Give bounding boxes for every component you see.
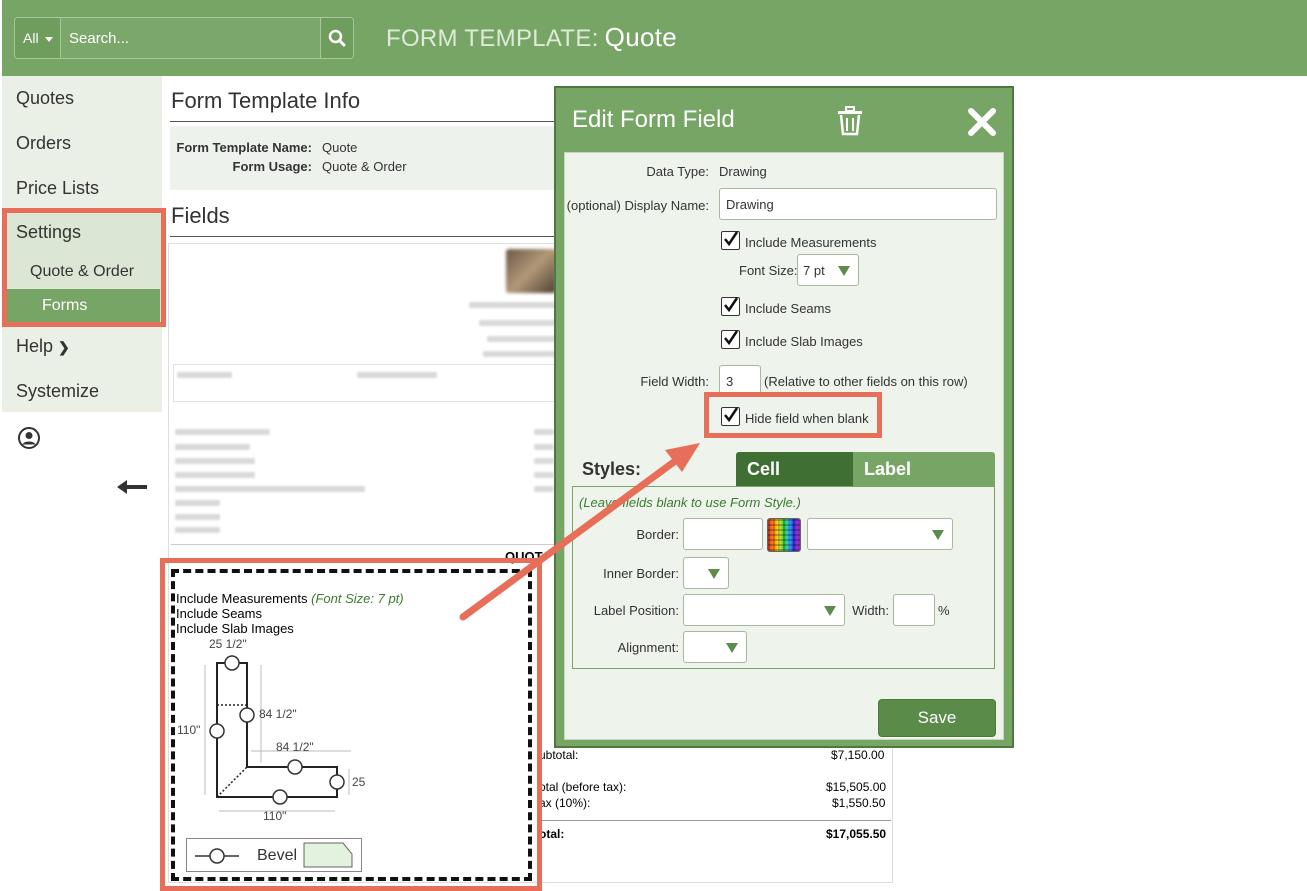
display-name-label: (optional) Display Name: xyxy=(566,198,709,213)
search-bar: All xyxy=(14,17,354,59)
dropdown-arrow-icon xyxy=(932,530,944,540)
save-button[interactable]: Save xyxy=(878,699,996,737)
include-measurements-checkbox[interactable] xyxy=(721,231,740,250)
include-slab-images-label: Include Slab Images xyxy=(745,334,863,349)
form-usage-label: Form Usage: xyxy=(232,159,312,174)
search-input[interactable] xyxy=(61,18,321,58)
tax-value: $1,550.50 xyxy=(832,796,886,810)
help-label: Help xyxy=(16,336,54,356)
dropdown-arrow-icon xyxy=(708,569,720,579)
search-scope-dropdown[interactable]: All xyxy=(15,18,61,58)
page-title-prefix: FORM TEMPLATE: xyxy=(386,25,599,52)
checkmark-icon xyxy=(724,330,739,346)
company-logo xyxy=(506,249,556,293)
total-before-tax-label: otal (before tax): xyxy=(539,780,627,794)
chevron-right-icon: ❯ xyxy=(58,339,70,355)
label-position-select[interactable] xyxy=(683,594,845,626)
include-measurements-label: Include Measurements xyxy=(745,235,877,250)
alignment-label: Alignment: xyxy=(617,640,679,655)
styles-hint: (Leave fields blank to use Form Style.) xyxy=(579,495,801,510)
font-size-label: Font Size: xyxy=(739,263,798,278)
form-usage-value: Quote & Order xyxy=(322,159,407,174)
label-width-input[interactable] xyxy=(893,594,935,626)
label-position-label: Label Position: xyxy=(593,603,679,618)
include-seams-checkbox[interactable] xyxy=(721,297,740,316)
sidebar-item-quotes[interactable]: Quotes xyxy=(16,88,74,109)
display-name-input[interactable]: Drawing xyxy=(719,188,997,220)
template-name-value: Quote xyxy=(322,140,358,155)
inner-border-label: Inner Border: xyxy=(603,566,679,581)
drawing-highlight-box xyxy=(160,558,542,891)
field-width-note: (Relative to other fields on this row) xyxy=(764,374,968,389)
include-seams-label: Include Seams xyxy=(745,301,831,316)
inner-border-select[interactable] xyxy=(683,557,729,589)
dropdown-arrow-icon xyxy=(824,606,836,616)
template-name-label: Form Template Name: xyxy=(176,140,312,155)
width-label: Width: xyxy=(852,603,889,618)
subtotal-value: $7,150.00 xyxy=(831,748,885,762)
include-slab-images-checkbox[interactable] xyxy=(721,330,740,349)
styles-label: Styles: xyxy=(582,459,642,479)
tax-label: ax (10%): xyxy=(539,796,591,810)
checkmark-icon xyxy=(724,231,739,247)
data-type-label: Data Type: xyxy=(646,164,709,179)
top-bar: All FORM TEMPLATE:Quote xyxy=(2,0,1307,76)
dialog-title: Edit Form Field xyxy=(572,106,735,133)
total-before-tax-value: $15,505.00 xyxy=(826,780,887,794)
divider xyxy=(170,236,560,237)
hide-when-blank-highlight-box xyxy=(704,392,882,438)
page-title-name: Quote xyxy=(604,22,677,52)
divider xyxy=(539,820,891,821)
checkmark-icon xyxy=(724,297,739,313)
subtotal-label: ubtotal: xyxy=(539,748,579,762)
percent-sign: % xyxy=(938,603,950,618)
tab-label[interactable]: Label xyxy=(853,452,995,486)
alignment-select[interactable] xyxy=(683,631,747,663)
collapse-arrow-icon[interactable] xyxy=(117,478,149,496)
divider xyxy=(170,121,560,122)
field-width-label: Field Width: xyxy=(640,374,709,389)
fields-title: Fields xyxy=(171,203,230,228)
page-title: FORM TEMPLATE: Quote xyxy=(386,22,677,53)
border-input[interactable] xyxy=(683,518,763,550)
form-template-info-title: Form Template Info xyxy=(171,88,361,113)
total-label: otal: xyxy=(539,827,565,841)
search-button[interactable] xyxy=(320,18,353,58)
sidebar-item-orders[interactable]: Orders xyxy=(16,133,71,154)
border-label: Border: xyxy=(636,527,679,542)
dropdown-arrow-icon xyxy=(726,643,738,653)
sidebar-item-price-lists[interactable]: Price Lists xyxy=(16,178,99,199)
search-scope-label: All xyxy=(23,30,39,46)
font-size-select[interactable]: 7 pt xyxy=(797,254,859,286)
dropdown-arrow-icon xyxy=(838,266,850,276)
sidebar-item-help[interactable]: Help ❯ xyxy=(16,336,70,357)
data-type-value: Drawing xyxy=(719,164,767,179)
border-style-select[interactable] xyxy=(807,518,953,550)
trash-icon[interactable] xyxy=(836,106,864,136)
color-picker-icon[interactable] xyxy=(767,518,801,552)
styles-panel: (Leave fields blank to use Form Style.) … xyxy=(572,486,995,669)
close-icon[interactable] xyxy=(968,108,996,136)
tab-cell[interactable]: Cell xyxy=(736,452,853,486)
form-template-info-panel: Form Template Name: Quote Form Usage: Qu… xyxy=(170,126,560,190)
font-size-value: 7 pt xyxy=(803,262,825,278)
settings-highlight-box xyxy=(2,208,166,327)
caret-down-icon xyxy=(44,36,53,42)
total-value: $17,055.50 xyxy=(826,827,887,841)
user-avatar-icon[interactable] xyxy=(18,427,40,449)
sidebar-item-systemize[interactable]: Systemize xyxy=(16,381,99,402)
search-icon xyxy=(328,29,346,47)
